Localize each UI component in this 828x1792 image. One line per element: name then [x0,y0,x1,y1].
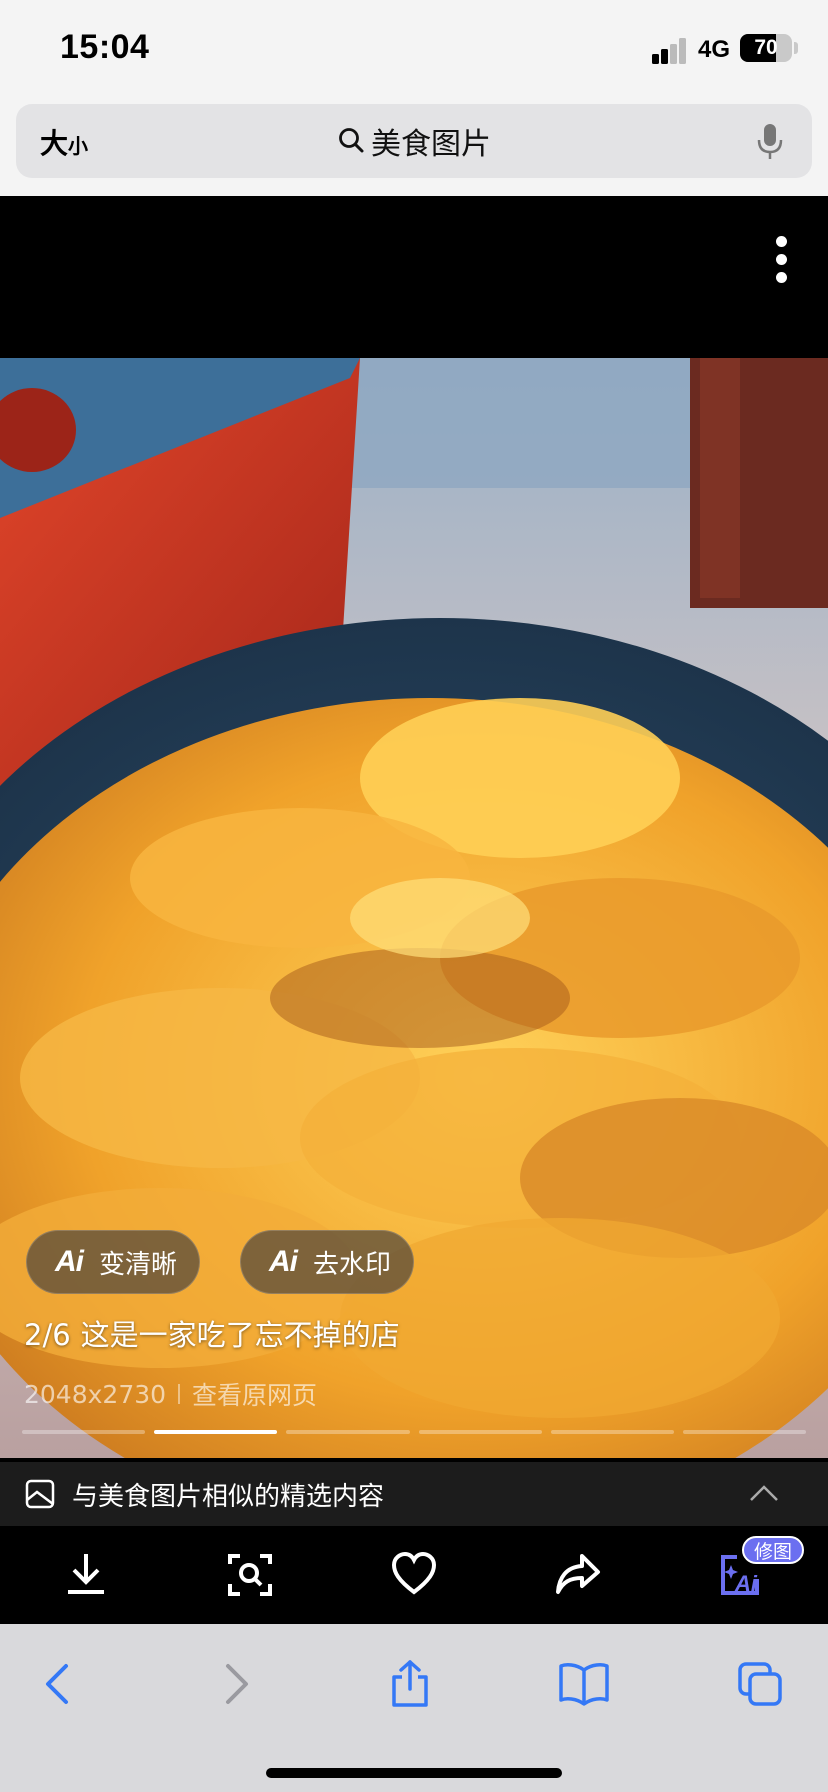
pager-segment [418,1430,542,1434]
svg-text:Ai: Ai [734,1571,758,1596]
browser-toolbar [0,1624,828,1792]
enhance-clarity-label: 变清晰 [99,1249,178,1280]
remove-watermark-button[interactable]: Ai 去水印 [240,1230,415,1294]
forward-icon[interactable] [208,1656,264,1712]
microphone-icon[interactable] [756,122,784,162]
view-source-link[interactable]: 查看原网页 [192,1376,317,1412]
search-query-display[interactable]: 美食图片 [16,104,812,178]
similar-content-label: 与美食图片相似的精选内容 [72,1482,385,1512]
cellular-signal-icon [652,38,688,64]
share-icon[interactable] [382,1656,438,1712]
download-icon[interactable] [56,1546,116,1602]
image-caption: 2/6 这是一家吃了忘不掉的店 [24,1312,400,1354]
browser-top-chrome: 15:04 4G 70 大小 美食图片 [0,0,828,196]
enhance-clarity-button[interactable]: Ai 变清晰 [26,1230,201,1294]
status-bar: 15:04 4G 70 [0,0,828,100]
image-meta: 2048x2730 查看原网页 [24,1376,317,1412]
image-search-icon[interactable] [220,1546,280,1602]
battery-icon: 70 [740,34,792,62]
image-pager [22,1430,807,1435]
pager-segment [154,1430,278,1434]
bookmarks-icon[interactable] [556,1656,612,1712]
image-counter: 2/6 [24,1318,71,1352]
search-icon [339,128,364,153]
chevron-up-icon[interactable] [748,1482,780,1504]
heart-icon[interactable] [384,1546,444,1602]
ellipsis-vertical-icon[interactable] [770,234,794,284]
battery-cap [794,42,798,54]
image-title: 这是一家吃了忘不掉的店 [80,1318,400,1352]
share-icon[interactable] [548,1546,608,1602]
network-type: 4G [698,36,731,63]
remove-watermark-label: 去水印 [313,1249,392,1280]
image-viewer: Ai 变清晰 Ai 去水印 2/6 这是一家吃了忘不掉的店 2048x2730 查… [0,196,828,1624]
pager-segment [286,1430,410,1434]
back-icon[interactable] [30,1656,86,1712]
status-time: 15:04 [60,28,150,66]
address-bar[interactable]: 大小 美食图片 [16,104,812,178]
tabs-icon[interactable] [732,1656,788,1712]
meta-divider [178,1384,181,1404]
ai-logo-icon: Ai [55,1245,84,1278]
similar-content-bar[interactable]: 与美食图片相似的精选内容 [0,1462,828,1526]
pager-segment [682,1430,807,1434]
image-icon [25,1479,55,1509]
ai-logo-icon: Ai [269,1245,298,1278]
image-action-bar: Ai 修图 [0,1526,828,1624]
home-indicator [266,1768,562,1778]
battery-level: 70 [754,36,778,59]
edit-badge[interactable]: 修图 [741,1536,804,1564]
image-dimensions: 2048x2730 [24,1379,167,1409]
pager-segment [22,1430,146,1434]
search-query: 美食图片 [371,127,491,162]
pager-segment [550,1430,674,1434]
